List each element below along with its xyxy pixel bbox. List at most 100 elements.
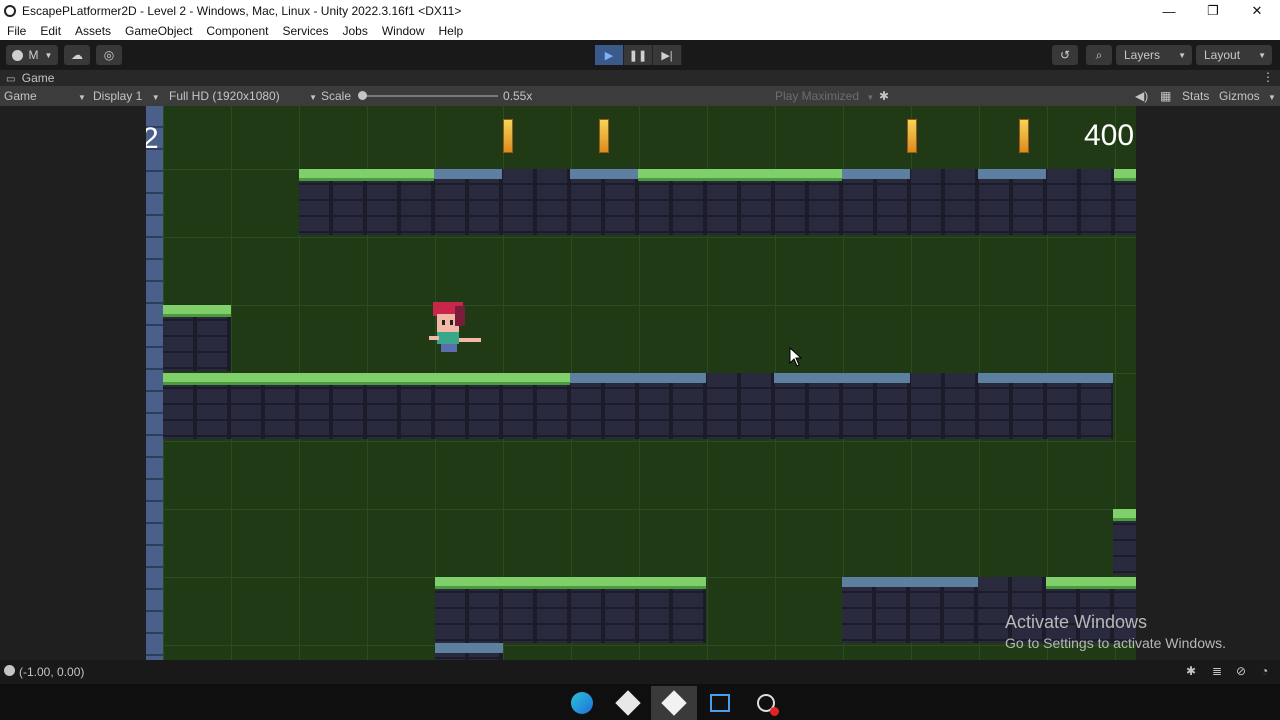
stone-cap — [774, 373, 910, 383]
mouse-cursor-icon — [789, 347, 803, 367]
layout-label: Layout — [1204, 48, 1241, 62]
mute-audio-icon[interactable]: ◀) — [1135, 89, 1148, 103]
play-button[interactable]: ▶ — [595, 45, 624, 65]
player-character — [429, 302, 481, 352]
step-icon: ▶| — [661, 49, 673, 62]
status-indicator-icon[interactable]: ◔ — [1261, 664, 1268, 678]
collab-button[interactable]: ◎ — [96, 45, 122, 65]
menu-file[interactable]: File — [0, 24, 33, 38]
info-icon — [4, 665, 15, 676]
game-tab-label: Game — [21, 71, 55, 85]
left-wall — [146, 106, 163, 660]
cloud-button[interactable]: ☁ — [64, 45, 90, 65]
pause-icon: ❚❚ — [628, 49, 648, 62]
visual-studio-button[interactable] — [697, 686, 743, 720]
cursor-coordinates: (-1.00, 0.00) — [19, 665, 85, 679]
chevron-down-icon: ▼ — [44, 50, 53, 60]
keyboard-icon[interactable]: ▦ — [1160, 89, 1171, 103]
scale-slider[interactable] — [358, 91, 498, 100]
platform-ledge — [163, 305, 231, 371]
search-button[interactable]: ⌕ — [1086, 45, 1112, 65]
display-label: Display 1 — [93, 89, 143, 103]
database-icon[interactable]: ≣ — [1212, 664, 1222, 678]
menu-component[interactable]: Component — [199, 24, 275, 38]
account-dropdown[interactable]: M ▼ — [6, 45, 58, 65]
watermark-subtitle: Go to Settings to activate Windows. — [1005, 635, 1226, 651]
playback-controls: ▶ ❚❚ ▶| — [595, 45, 682, 65]
chevron-down-icon: ▼ — [309, 93, 317, 102]
lives-counter: 2 — [146, 122, 159, 155]
play-maximized-label: Play Maximized — [775, 89, 860, 103]
layout-dropdown[interactable]: Layout ▼ — [1196, 45, 1272, 65]
close-button[interactable]: ✕ — [1234, 0, 1280, 22]
restore-button[interactable]: ❐ — [1190, 0, 1236, 22]
layers-dropdown[interactable]: Layers ▼ — [1116, 45, 1192, 65]
stone-cap — [842, 577, 978, 587]
chevron-down-icon: ▼ — [866, 93, 875, 102]
play-icon: ▶ — [604, 49, 614, 62]
menu-window[interactable]: Window — [375, 24, 432, 38]
chevron-down-icon: ▼ — [151, 93, 160, 102]
chevron-down-icon: ▼ — [1268, 93, 1276, 102]
grass-top — [163, 305, 231, 317]
history-button[interactable]: ↺ — [1052, 45, 1078, 65]
scale-value: 0.55x — [503, 89, 533, 103]
status-bar: (-1.00, 0.00) ✱ ≣ ⊘ ◔ — [0, 660, 1280, 684]
score-counter: 400 — [1084, 119, 1135, 152]
account-icon — [11, 49, 23, 61]
stone-cap — [570, 169, 638, 179]
stone-cap — [434, 169, 502, 179]
resolution-dropdown[interactable]: Full HD (1920x1080) ▼ — [169, 89, 317, 103]
bug-icon[interactable]: ✱ — [879, 89, 889, 103]
step-button[interactable]: ▶| — [653, 45, 682, 65]
game-canvas[interactable]: 2 400 — [146, 106, 1136, 660]
menu-jobs[interactable]: Jobs — [335, 24, 374, 38]
edge-icon — [571, 692, 593, 714]
menu-edit[interactable]: Edit — [33, 24, 68, 38]
menu-assets[interactable]: Assets — [68, 24, 118, 38]
scale-slider-handle[interactable] — [358, 91, 367, 100]
unity-hub-button[interactable] — [605, 686, 651, 720]
scale-label: Scale — [321, 89, 352, 103]
unity-cube-icon — [615, 690, 641, 716]
debug-icon[interactable]: ✱ — [1186, 664, 1196, 678]
unity-cube-icon — [661, 690, 687, 716]
stats-button[interactable]: Stats — [1182, 89, 1209, 103]
stone-cap — [842, 169, 910, 179]
grass-top — [163, 373, 570, 385]
menu-services[interactable]: Services — [275, 24, 335, 38]
grass-top — [1113, 509, 1136, 521]
title-bar: EscapePLatformer2D - Level 2 - Windows, … — [0, 0, 1280, 22]
gizmos-button[interactable]: Gizmos ▼ — [1219, 89, 1276, 103]
menu-help[interactable]: Help — [432, 24, 471, 38]
game-tab[interactable]: ▭ Game — [6, 71, 54, 85]
minimize-button[interactable]: — — [1146, 0, 1192, 22]
recorder-button[interactable] — [743, 686, 789, 720]
play-maximized-dropdown[interactable]: Play Maximized ▼ — [775, 89, 874, 103]
account-label: M — [28, 48, 39, 62]
more-options-icon[interactable]: ⋮ — [1262, 70, 1274, 84]
pause-button[interactable]: ❚❚ — [624, 45, 653, 65]
watermark-title: Activate Windows — [1005, 612, 1148, 632]
unity-editor-button[interactable] — [651, 686, 697, 720]
stone-cap — [978, 373, 1113, 383]
edge-browser-button[interactable] — [559, 686, 605, 720]
platform-right-edge — [1113, 509, 1136, 575]
main-toolbar: M ▼ ☁ ◎ ▶ ❚❚ ▶| ↺ ⌕ Layers ▼ Layout ▼ — [0, 40, 1280, 70]
coin — [599, 119, 609, 153]
view-mode-dropdown[interactable]: Game ▼ — [4, 89, 86, 103]
target-icon: ◎ — [103, 48, 115, 62]
network-icon[interactable]: ⊘ — [1236, 664, 1246, 678]
chevron-down-icon: ▼ — [78, 93, 86, 102]
stone-cap — [435, 643, 503, 653]
game-viewport[interactable]: 2 400 Activate Windows Go to Settings to… — [0, 106, 1280, 660]
game-tab-strip: ▭ Game ⋮ — [0, 70, 1280, 86]
menu-gameobject[interactable]: GameObject — [118, 24, 199, 38]
code-editor-icon — [710, 694, 730, 712]
window-title: EscapePLatformer2D - Level 2 - Windows, … — [22, 4, 462, 18]
activation-watermark: Activate Windows Go to Settings to activ… — [1005, 612, 1226, 651]
platform-bottom-step — [435, 643, 503, 660]
platform-top — [299, 169, 1136, 235]
grass-top — [638, 169, 842, 181]
display-dropdown[interactable]: Display 1 ▼ — [93, 89, 160, 103]
